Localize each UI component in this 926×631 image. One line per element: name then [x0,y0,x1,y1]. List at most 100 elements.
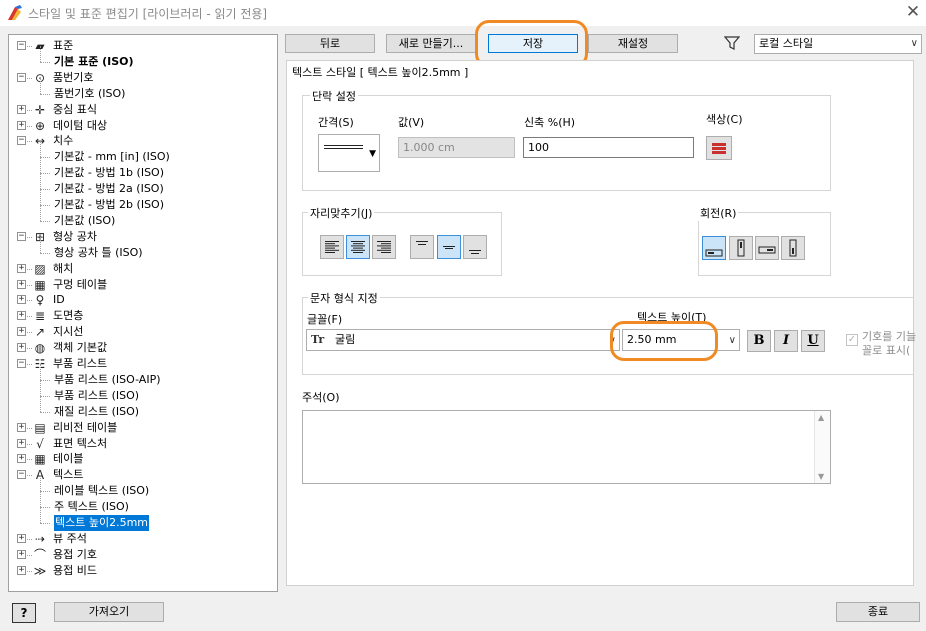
tree-row[interactable]: 기본값 - mm [in] (ISO) [9,141,277,165]
valign-middle-button[interactable] [437,235,461,259]
filter-icon[interactable] [724,35,740,51]
weld-bead-icon: ≫ [33,564,47,578]
help-button[interactable]: ? [12,603,36,623]
weld-symbol-icon: ⌒ [33,548,46,562]
tree-row[interactable]: + ≫ 용접 비드 [9,563,277,579]
collapse-icon[interactable]: − [17,232,26,241]
tree-item-label: 형상 공차 [53,230,97,243]
collapse-icon[interactable]: − [17,359,26,368]
import-button[interactable]: 가져오기 [54,602,164,622]
tree-row[interactable]: − ⊞ 형상 공차 [9,229,277,245]
expand-icon[interactable]: + [17,327,26,336]
expand-icon[interactable]: + [17,264,26,273]
color-picker-button[interactable] [706,136,732,160]
style-filter-select[interactable]: 로컬 스타일 ∨ [754,34,922,54]
tree-row[interactable]: + ⌒ 용접 기호 [9,547,277,563]
tree-row[interactable]: 텍스트 높이2.5mm [9,507,277,531]
tree-row[interactable]: + ▨ 해치 [9,261,277,277]
tree-row[interactable]: − A 텍스트 [9,467,277,483]
tree-row[interactable]: 품번기호 (ISO) [9,78,277,102]
expand-icon[interactable]: + [17,534,26,543]
scroll-down-icon[interactable]: ▼ [818,472,824,481]
stretch-input[interactable]: 100 [523,137,694,158]
center-mark-icon: ✛ [34,103,46,117]
bold-button[interactable]: B [747,330,771,352]
tree-row[interactable]: − ↔ 치수 [9,133,277,149]
justify-right-button[interactable] [372,235,396,259]
tree-row[interactable]: − ☷ 부품 리스트 [9,356,277,372]
expand-icon[interactable]: + [17,423,26,432]
rotation-0-button[interactable] [702,236,726,260]
italic-button[interactable]: I [774,330,798,352]
collapse-icon[interactable]: − [17,136,26,145]
tree-row[interactable]: − ▰ 표준 [9,38,277,54]
style-filter-value: 로컬 스타일 [759,37,814,50]
tree-row[interactable]: 기본값 - 방법 1b (ISO) [9,157,277,181]
justify-center-button[interactable] [346,235,370,259]
symbol-font-checkbox[interactable]: ✓ [846,334,858,346]
tree-row[interactable]: + ⊕ 데이텀 대상 [9,118,277,134]
tree-row[interactable]: 주 텍스트 (ISO) [9,491,277,515]
tree-item-label: 부품 리스트 [53,357,108,370]
tree-row[interactable]: + ⇢ 뷰 주석 [9,531,277,547]
collapse-icon[interactable]: − [17,41,26,50]
reset-button[interactable]: 재설정 [588,34,678,53]
tree-row[interactable]: 기본값 - 방법 2b (ISO) [9,189,277,213]
spacing-dropdown[interactable]: ▼ [318,134,380,172]
tree-item-label: 기본 표준 (ISO) [54,55,134,68]
tree-row[interactable]: 기본 표준 (ISO) [9,46,277,70]
valign-top-button[interactable] [410,235,434,259]
tree-row[interactable]: + ↗ 지시선 [9,324,277,340]
back-button[interactable]: 뒤로 [285,34,375,53]
style-tree[interactable]: − ▰ 표준 기본 표준 (ISO) − ⊙ 품번기호 품번기호 (ISO) + ✛ 중심 표식 + ⊕… [8,34,278,592]
stretch-label: 신축 %(H) [524,116,576,129]
tree-connector [40,221,50,222]
rotation-180-button[interactable] [755,236,779,260]
rotation-270-button[interactable] [781,236,805,260]
font-select[interactable]: Tr 굴림 ∨ [306,329,620,351]
justify-left-button[interactable] [320,235,344,259]
underline-button[interactable]: U [801,330,825,352]
expand-icon[interactable]: + [17,280,26,289]
tree-row[interactable]: + ▦ 구멍 테이블 [9,277,277,293]
expand-icon[interactable]: + [17,454,26,463]
rotation-180-icon [758,246,776,254]
tree-row[interactable]: 재질 리스트 (ISO) [9,396,277,420]
rotation-90-button[interactable] [729,236,753,260]
expand-icon[interactable]: + [17,566,26,575]
expand-icon[interactable]: + [17,121,26,130]
scroll-up-icon[interactable]: ▲ [818,413,824,422]
expand-icon[interactable]: + [17,550,26,559]
tree-row[interactable]: + ≣ 도면층 [9,308,277,324]
notes-scrollbar[interactable]: ▲ ▼ [814,411,830,483]
tree-row[interactable]: 기본값 - 방법 2a (ISO) [9,173,277,197]
tree-row[interactable]: 레이블 텍스트 (ISO) [9,475,277,499]
expand-icon[interactable]: + [17,105,26,114]
tree-row[interactable]: + ◍ 객체 기본값 [9,340,277,356]
tree-row[interactable]: 기본값 (ISO) [9,205,277,229]
tree-row[interactable]: 부품 리스트 (ISO-AIP) [9,364,277,388]
valign-bottom-button[interactable] [463,235,487,259]
tree-row[interactable]: + √ 표면 텍스처 [9,436,277,452]
expand-icon[interactable]: + [17,343,26,352]
collapse-icon[interactable]: − [17,73,26,82]
expand-icon[interactable]: + [17,311,26,320]
tree-item-label: 레이블 텍스트 (ISO) [54,484,150,497]
expand-icon[interactable]: + [17,295,26,304]
tree-row[interactable]: + ✛ 중심 표식 [9,102,277,118]
tree-item-label: 객체 기본값 [53,341,108,354]
close-icon[interactable]: ✕ [900,1,926,23]
tree-row[interactable]: + ▦ 테이블 [9,451,277,467]
notes-textarea[interactable]: ▲ ▼ [302,410,831,484]
save-button[interactable]: 저장 [488,34,578,53]
tree-row[interactable]: 형상 공차 틀 (ISO) [9,237,277,261]
tree-row[interactable]: + ♀ ID [9,292,277,308]
collapse-icon[interactable]: − [17,470,26,479]
tree-row[interactable]: − ⊙ 품번기호 [9,70,277,86]
done-button[interactable]: 종료 [836,602,920,622]
expand-icon[interactable]: + [17,439,26,448]
text-height-select[interactable]: 2.50 mm ∨ [622,329,740,351]
new-style-button[interactable]: 새로 만들기... [386,34,476,53]
tree-row[interactable]: 부품 리스트 (ISO) [9,380,277,404]
tree-row[interactable]: + ▤ 리비전 테이블 [9,420,277,436]
